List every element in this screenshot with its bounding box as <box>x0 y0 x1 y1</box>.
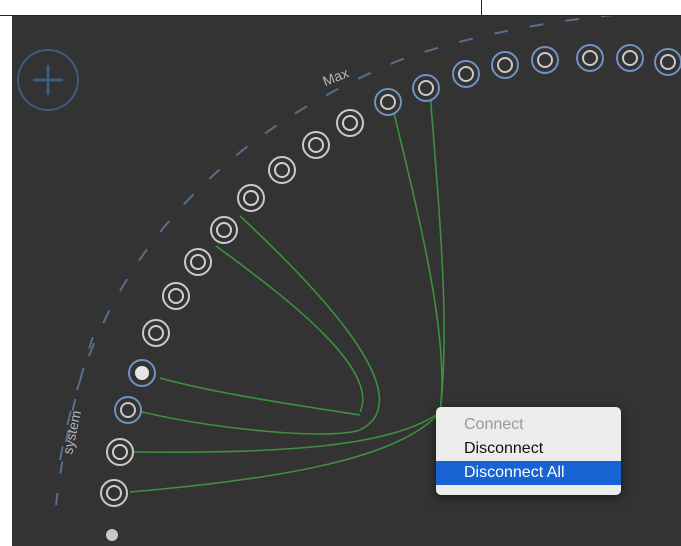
port-3[interactable] <box>114 396 142 424</box>
max-arc <box>59 16 615 461</box>
menu-item-disconnect-all[interactable]: Disconnect All <box>436 461 621 485</box>
plus-icon <box>33 65 63 95</box>
cable-6[interactable] <box>239 215 381 431</box>
port-6[interactable] <box>162 282 190 310</box>
port-2[interactable] <box>106 438 134 466</box>
top-border-tick <box>481 0 482 16</box>
add-button[interactable] <box>17 49 79 111</box>
port-8[interactable] <box>210 216 238 244</box>
port-1[interactable] <box>100 479 128 507</box>
port-20[interactable] <box>654 48 681 76</box>
port-10[interactable] <box>268 156 296 184</box>
port-15[interactable] <box>452 60 480 88</box>
port-13[interactable] <box>374 88 402 116</box>
cable-1[interactable] <box>159 377 361 416</box>
menu-item-disconnect[interactable]: Disconnect <box>436 437 621 461</box>
port-17[interactable] <box>531 46 559 74</box>
port-18[interactable] <box>576 44 604 72</box>
port-4[interactable] <box>128 359 156 387</box>
port-14[interactable] <box>412 74 440 102</box>
cable-5[interactable] <box>215 245 364 413</box>
port-19[interactable] <box>616 44 644 72</box>
system-label: system <box>59 409 84 456</box>
port-7[interactable] <box>184 248 212 276</box>
menu-item-connect: Connect <box>464 416 524 433</box>
cable-2[interactable] <box>141 411 361 435</box>
max-label: Max <box>320 64 351 89</box>
port-16[interactable] <box>491 51 519 79</box>
port-11[interactable] <box>302 131 330 159</box>
bottom-dot <box>106 529 118 541</box>
port-5[interactable] <box>142 319 170 347</box>
port-9[interactable] <box>237 184 265 212</box>
port-12[interactable] <box>336 109 364 137</box>
context-menu: Connect Disconnect Disconnect All <box>436 407 621 495</box>
